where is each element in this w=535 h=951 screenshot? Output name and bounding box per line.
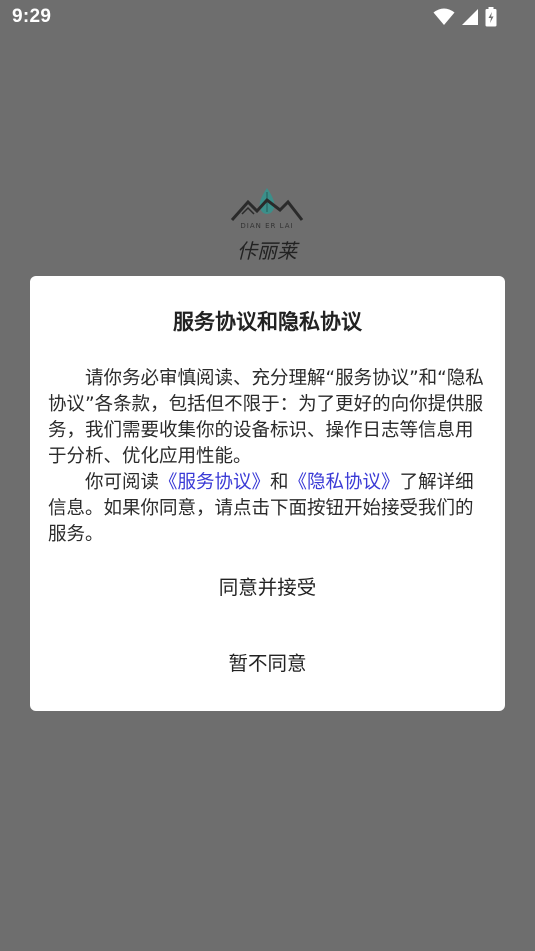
svg-text:佧丽莱: 佧丽莱 — [237, 239, 300, 263]
paragraph-2-prefix: 你可阅读 — [85, 472, 160, 493]
dialog-paragraph-1: 请你务必审慎阅读、充分理解“服务协议”和“隐私协议”各条款，包括但不限于：为了更… — [48, 368, 484, 467]
dialog-paragraph-2: 你可阅读《服务协议》和《隐私协议》了解详细信息。如果你同意，请点击下面按钮开始接… — [48, 470, 489, 548]
battery-charging-icon — [485, 7, 497, 27]
cellular-signal-icon — [461, 8, 479, 26]
paragraph-2-and: 和 — [270, 472, 289, 493]
svg-text:DIAN ER LAI: DIAN ER LAI — [240, 222, 293, 230]
accept-button[interactable]: 同意并接受 — [30, 570, 505, 600]
dialog-title: 服务协议和隐私协议 — [173, 310, 362, 334]
status-time: 9:29 — [12, 6, 52, 27]
status-icons — [433, 7, 497, 27]
dialog-body: 请你务必审慎阅读、充分理解“服务协议”和“隐私协议”各条款，包括但不限于：为了更… — [48, 366, 489, 548]
privacy-dialog: 服务协议和隐私协议 请你务必审慎阅读、充分理解“服务协议”和“隐私协议”各条款，… — [30, 276, 505, 711]
wifi-icon — [433, 8, 455, 26]
logo-mark: DIAN ER LAI 佧丽莱 — [230, 188, 304, 263]
app-logo: DIAN ER LAI 佧丽莱 — [226, 184, 308, 268]
status-bar: 9:29 — [0, 0, 535, 36]
service-agreement-link[interactable]: 《服务协议》 — [159, 472, 270, 493]
decline-button[interactable]: 暂不同意 — [30, 646, 505, 676]
privacy-agreement-link[interactable]: 《隐私协议》 — [289, 472, 400, 493]
